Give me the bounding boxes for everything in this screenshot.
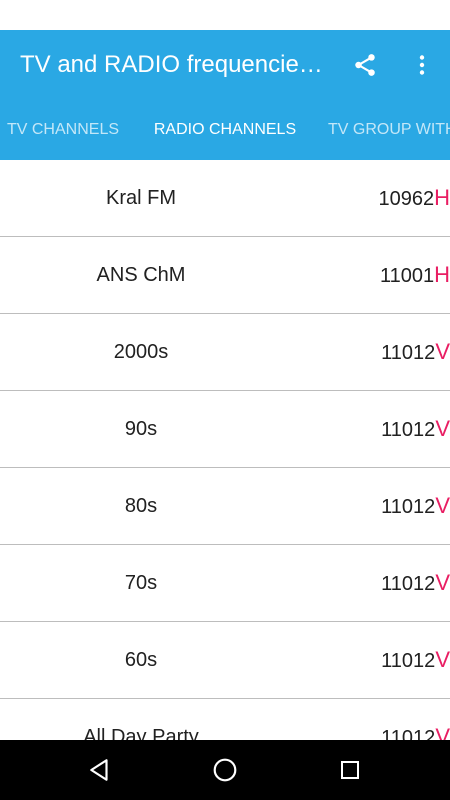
channel-frequency: 10962H (378, 160, 450, 236)
list-item[interactable]: 90s 11012V (0, 391, 450, 468)
polarization: V (435, 570, 450, 595)
polarization: V (435, 416, 450, 441)
channel-frequency: 11012V (381, 468, 450, 544)
list-item[interactable]: 2000s 11012V (0, 314, 450, 391)
channel-frequency: 11001H (380, 237, 450, 313)
list-item[interactable]: 80s 11012V (0, 468, 450, 545)
tab-radio-channels[interactable]: RADIO CHANNELS (137, 100, 313, 160)
channel-name: 70s (124, 572, 158, 594)
list-item[interactable]: 70s 11012V (0, 545, 450, 622)
polarization: V (435, 339, 450, 364)
frequency-value: 11012 (381, 650, 436, 672)
frequency-value: 11012 (381, 573, 436, 595)
tab-bar: TV CHANNELS RADIO CHANNELS TV GROUP WITH (0, 100, 450, 160)
list-item[interactable]: All Day Party 11012V (0, 699, 450, 740)
list-item[interactable]: ANS ChM 11001H (0, 237, 450, 314)
share-button[interactable] (345, 30, 385, 100)
more-options-button[interactable] (402, 30, 442, 100)
frequency-value: 11012 (381, 419, 436, 441)
app-bar: TV and RADIO frequencie… (0, 30, 450, 100)
back-button[interactable] (70, 740, 130, 800)
frequency-value: 11001 (379, 265, 435, 287)
share-icon (355, 54, 375, 76)
channel-name: 90s (124, 418, 158, 440)
list-item[interactable]: 60s 11012V (0, 622, 450, 699)
channel-list[interactable]: Kral FM 10962H ANS ChM 11001H 2000s 1101… (0, 160, 450, 740)
tab-tv-group[interactable]: TV GROUP WITH (312, 100, 450, 160)
frequency-value: 11012 (381, 727, 436, 740)
channel-name: Kral FM (106, 187, 176, 209)
channel-name: 80s (124, 495, 158, 517)
channel-frequency: 11012V (381, 314, 450, 390)
status-bar (0, 0, 450, 30)
channel-name: 60s (124, 649, 158, 671)
home-button[interactable] (195, 740, 255, 800)
channel-frequency: 11012V (381, 391, 450, 467)
tab-tv-channels[interactable]: TV CHANNELS (0, 100, 132, 160)
polarization: V (435, 647, 450, 672)
frequency-value: 11012 (381, 342, 436, 364)
app-title: TV and RADIO frequencie… (20, 51, 323, 78)
channel-name: 2000s (113, 341, 169, 363)
home-icon (213, 758, 237, 782)
back-icon (90, 759, 108, 781)
list-item[interactable]: Kral FM 10962H (0, 160, 450, 237)
frequency-value: 11012 (381, 496, 436, 518)
channel-frequency: 11012V (381, 545, 450, 621)
polarization: H (434, 262, 450, 287)
channel-frequency: 11012V (381, 699, 450, 740)
frequency-value: 10962 (378, 188, 435, 210)
polarization: V (435, 724, 450, 740)
channel-frequency: 11012V (381, 622, 450, 698)
more-vert-icon (419, 55, 425, 75)
channel-name: All Day Party (83, 726, 199, 740)
polarization: V (435, 493, 450, 518)
polarization: H (434, 185, 450, 210)
recents-icon (341, 761, 359, 779)
recents-button[interactable] (320, 740, 380, 800)
channel-name: ANS ChM (96, 264, 186, 286)
navigation-bar (0, 740, 450, 800)
